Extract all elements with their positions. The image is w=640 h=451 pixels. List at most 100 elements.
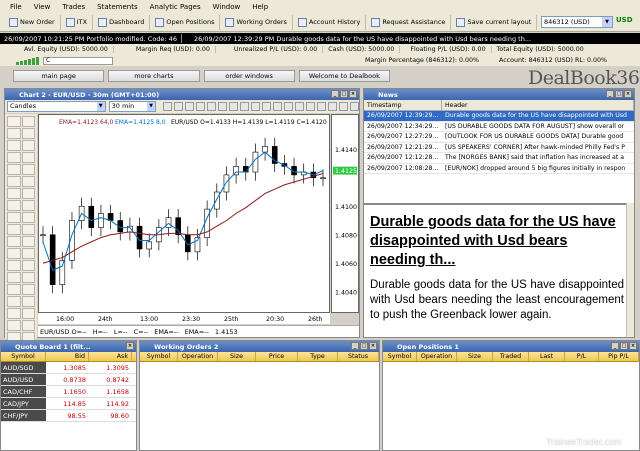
- save-current-layout-button[interactable]: Save current layout: [451, 14, 538, 30]
- drawing-tool-icon[interactable]: [21, 176, 35, 187]
- new-order-button[interactable]: New Order: [4, 14, 61, 30]
- news-row[interactable]: 26/09/2007 12:34:29... [US DURABLE GOODS …: [364, 122, 634, 132]
- column-header-traded[interactable]: Traded: [493, 352, 529, 361]
- drawing-tool-icon[interactable]: [7, 236, 21, 247]
- chart-tool-icon[interactable]: [207, 102, 216, 111]
- nav-button-order-windows[interactable]: order windows: [203, 70, 295, 82]
- drawing-tool-icon[interactable]: [7, 224, 21, 235]
- quote-bid[interactable]: 114.85: [46, 398, 89, 409]
- chart-tool-icon[interactable]: [306, 102, 315, 111]
- quote-bid[interactable]: 0.8738: [46, 374, 89, 385]
- news-row[interactable]: 26/09/2007 12:12:28... The [NORGES BANK] …: [364, 153, 634, 164]
- drawing-tool-icon[interactable]: [7, 116, 21, 127]
- menu-item-view[interactable]: View: [34, 3, 51, 11]
- chart-tool-icon[interactable]: [284, 102, 293, 111]
- chart-tool-icon[interactable]: [218, 102, 227, 111]
- close-icon[interactable]: ×: [369, 342, 377, 350]
- quote-row[interactable]: CHF/JPY 98.55 98.60: [1, 410, 136, 422]
- news-row[interactable]: 26/09/2007 12:39:29... Durable goods data…: [364, 111, 634, 122]
- chart-tool-icon[interactable]: [185, 102, 194, 111]
- drawing-tool-icon[interactable]: [7, 248, 21, 259]
- drawing-tool-icon[interactable]: [21, 200, 35, 211]
- close-icon[interactable]: ×: [349, 90, 357, 98]
- column-header-header[interactable]: Header: [442, 100, 634, 110]
- maximize-icon[interactable]: □: [615, 90, 623, 98]
- news-scrollbar[interactable]: [626, 203, 634, 337]
- chevron-down-icon[interactable]: ▼: [602, 17, 612, 27]
- close-icon[interactable]: ×: [624, 90, 632, 98]
- minimize-icon[interactable]: _: [331, 90, 339, 98]
- drawing-tool-icon[interactable]: [21, 140, 35, 151]
- quote-row[interactable]: AUD/USD 0.8738 0.8742: [1, 374, 136, 386]
- quote-ask[interactable]: 1.1658: [89, 386, 132, 397]
- drawing-tool-icon[interactable]: [21, 212, 35, 223]
- menu-item-help[interactable]: Help: [252, 3, 268, 11]
- drawing-tool-icon[interactable]: [7, 272, 21, 283]
- drawing-tool-icon[interactable]: [7, 212, 21, 223]
- itx-button[interactable]: ITX: [61, 14, 94, 30]
- news-row[interactable]: 26/09/2007 12:21:29... [US SPEAKERS' CORN…: [364, 143, 634, 153]
- column-header-bid[interactable]: Bid: [46, 352, 89, 361]
- column-header-last[interactable]: Last: [529, 352, 565, 361]
- drawing-tool-icon[interactable]: [21, 188, 35, 199]
- account-history-button[interactable]: Account History: [293, 14, 367, 30]
- drawing-tool-icon[interactable]: [21, 260, 35, 271]
- quote-bid[interactable]: 1.3085: [46, 362, 89, 373]
- drawing-tool-icon[interactable]: [21, 224, 35, 235]
- chevron-down-icon[interactable]: ▼: [147, 102, 155, 111]
- menu-item-window[interactable]: Window: [213, 3, 241, 11]
- account-select[interactable]: 846312 (USD) ▼: [541, 16, 613, 28]
- drawing-tool-icon[interactable]: [7, 128, 21, 139]
- chart-tool-icon[interactable]: [273, 102, 282, 111]
- chevron-down-icon[interactable]: ▼: [96, 102, 105, 111]
- drawing-tool-icon[interactable]: [21, 308, 35, 319]
- quote-bid[interactable]: 1.1650: [46, 386, 89, 397]
- drawing-tool-icon[interactable]: [7, 260, 21, 271]
- maximize-icon[interactable]: □: [340, 90, 348, 98]
- chart-tool-icon[interactable]: [163, 102, 172, 111]
- menu-item-statements[interactable]: Statements: [97, 3, 137, 11]
- open-positions-button[interactable]: Open Positions: [150, 14, 221, 30]
- chart-tool-icon[interactable]: [240, 102, 249, 111]
- column-header-status[interactable]: Status: [338, 352, 379, 361]
- drawing-tool-icon[interactable]: [21, 320, 35, 331]
- chart-tool-icon[interactable]: [317, 102, 326, 111]
- drawing-tool-icon[interactable]: [7, 320, 21, 331]
- drawing-tool-icon[interactable]: [21, 248, 35, 259]
- drawing-tool-icon[interactable]: [21, 296, 35, 307]
- drawing-tool-icon[interactable]: [7, 164, 21, 175]
- menu-item-file[interactable]: File: [10, 3, 22, 11]
- chart-tool-icon[interactable]: [229, 102, 238, 111]
- chart-tool-icon[interactable]: [262, 102, 271, 111]
- chart-tool-icon[interactable]: [251, 102, 260, 111]
- chart-plot-area[interactable]: EMA=1.4123 64,0 EMA=1.4125 8,0 EUR/USD O=1…: [38, 114, 330, 313]
- quote-bid[interactable]: 98.55: [46, 410, 89, 421]
- dashboard-button[interactable]: Dashboard: [93, 14, 151, 30]
- drawing-tool-icon[interactable]: [21, 236, 35, 247]
- column-header-symbol[interactable]: Symbol: [140, 352, 178, 361]
- column-header-ask[interactable]: Ask: [89, 352, 132, 361]
- maximize-icon[interactable]: □: [360, 342, 368, 350]
- column-header-pip-p-l[interactable]: Pip P/L: [599, 352, 639, 361]
- news-row[interactable]: 26/09/2007 12:08:28... [EUR/NOK] dropped …: [364, 164, 634, 174]
- drawing-tool-icon[interactable]: [21, 116, 35, 127]
- drawing-tool-icon[interactable]: [7, 152, 21, 163]
- quote-ask[interactable]: 0.8742: [89, 374, 132, 385]
- column-header-type[interactable]: Type: [298, 352, 338, 361]
- nav-button-more-charts[interactable]: more charts: [108, 70, 200, 82]
- news-row[interactable]: 26/09/2007 12:27:29... [OUTLOOK FOR US DU…: [364, 132, 634, 143]
- drawing-tool-icon[interactable]: [7, 308, 21, 319]
- drawing-tool-icon[interactable]: [7, 296, 21, 307]
- minimize-icon[interactable]: _: [611, 342, 619, 350]
- drawing-tool-icon[interactable]: [21, 152, 35, 163]
- drawing-tool-icon[interactable]: [7, 176, 21, 187]
- chart-tool-icon[interactable]: [339, 102, 348, 111]
- column-header-operation[interactable]: Operation: [417, 352, 457, 361]
- drawing-tool-icon[interactable]: [21, 284, 35, 295]
- column-header-price[interactable]: Price: [256, 352, 298, 361]
- quote-ask[interactable]: 98.60: [89, 410, 132, 421]
- quote-row[interactable]: CAD/JPY 114.85 114.92: [1, 398, 136, 410]
- menu-item-analytic-pages[interactable]: Analytic Pages: [150, 3, 201, 11]
- column-header-symbol[interactable]: Symbol: [383, 352, 417, 361]
- chart-tool-icon[interactable]: [196, 102, 205, 111]
